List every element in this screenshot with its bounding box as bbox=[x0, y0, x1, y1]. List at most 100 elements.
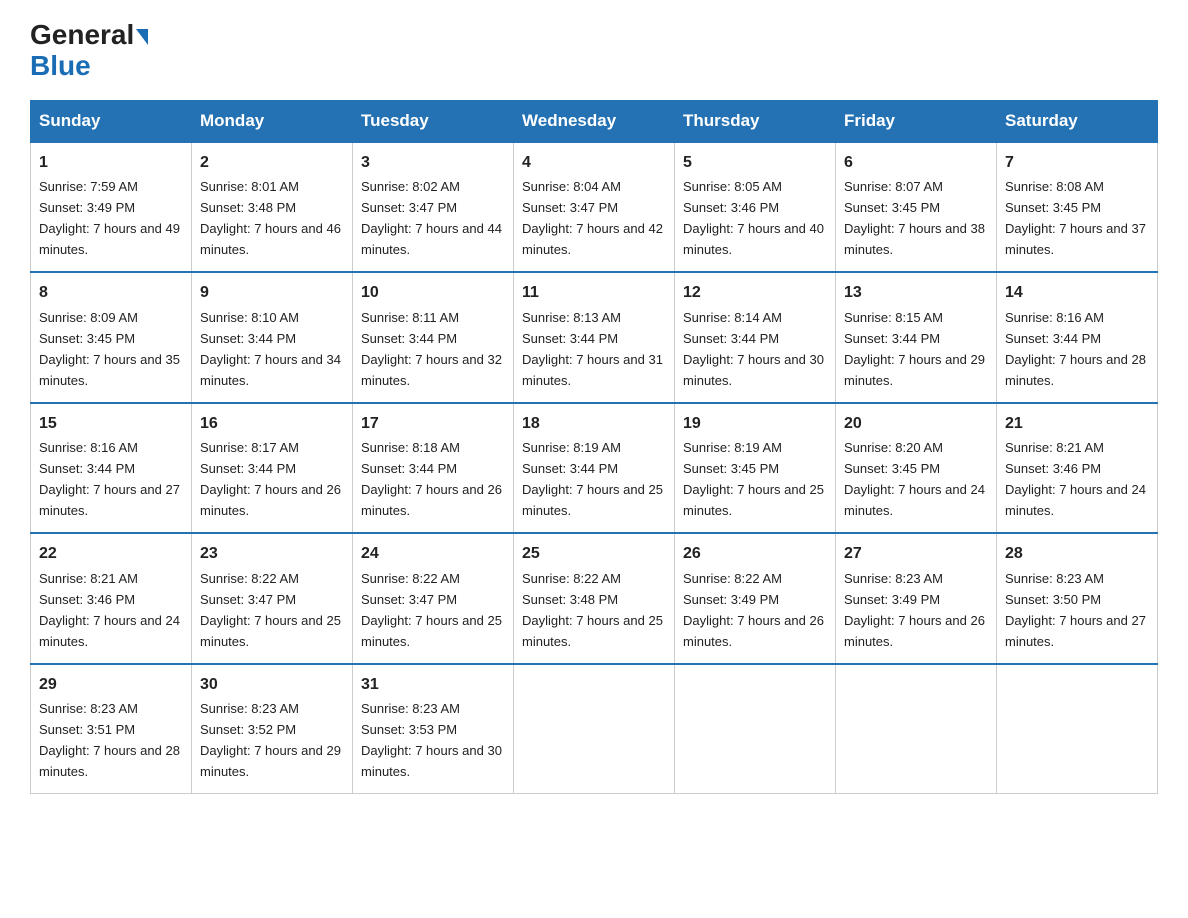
page-header: GeneralBlue bbox=[30, 20, 1158, 82]
day-info: Sunrise: 8:21 AMSunset: 3:46 PMDaylight:… bbox=[39, 571, 180, 649]
day-number: 13 bbox=[844, 281, 988, 306]
day-number: 6 bbox=[844, 151, 988, 176]
day-number: 30 bbox=[200, 673, 344, 698]
calendar-cell: 7 Sunrise: 8:08 AMSunset: 3:45 PMDayligh… bbox=[997, 142, 1158, 272]
weekday-header-row: SundayMondayTuesdayWednesdayThursdayFrid… bbox=[31, 100, 1158, 142]
calendar-cell: 11 Sunrise: 8:13 AMSunset: 3:44 PMDaylig… bbox=[514, 272, 675, 402]
calendar-cell: 27 Sunrise: 8:23 AMSunset: 3:49 PMDaylig… bbox=[836, 533, 997, 663]
day-info: Sunrise: 8:04 AMSunset: 3:47 PMDaylight:… bbox=[522, 179, 663, 257]
day-number: 27 bbox=[844, 542, 988, 567]
calendar-cell: 15 Sunrise: 8:16 AMSunset: 3:44 PMDaylig… bbox=[31, 403, 192, 533]
day-info: Sunrise: 8:14 AMSunset: 3:44 PMDaylight:… bbox=[683, 310, 824, 388]
calendar-cell: 14 Sunrise: 8:16 AMSunset: 3:44 PMDaylig… bbox=[997, 272, 1158, 402]
day-info: Sunrise: 8:17 AMSunset: 3:44 PMDaylight:… bbox=[200, 440, 341, 518]
calendar-cell: 3 Sunrise: 8:02 AMSunset: 3:47 PMDayligh… bbox=[353, 142, 514, 272]
calendar-cell: 12 Sunrise: 8:14 AMSunset: 3:44 PMDaylig… bbox=[675, 272, 836, 402]
day-number: 21 bbox=[1005, 412, 1149, 437]
calendar-cell: 23 Sunrise: 8:22 AMSunset: 3:47 PMDaylig… bbox=[192, 533, 353, 663]
calendar-cell bbox=[675, 664, 836, 794]
day-number: 22 bbox=[39, 542, 183, 567]
day-info: Sunrise: 8:23 AMSunset: 3:53 PMDaylight:… bbox=[361, 701, 502, 779]
day-info: Sunrise: 8:19 AMSunset: 3:44 PMDaylight:… bbox=[522, 440, 663, 518]
day-number: 14 bbox=[1005, 281, 1149, 306]
calendar-week-5: 29 Sunrise: 8:23 AMSunset: 3:51 PMDaylig… bbox=[31, 664, 1158, 794]
day-number: 26 bbox=[683, 542, 827, 567]
weekday-header-sunday: Sunday bbox=[31, 100, 192, 142]
calendar-cell: 28 Sunrise: 8:23 AMSunset: 3:50 PMDaylig… bbox=[997, 533, 1158, 663]
calendar-cell: 24 Sunrise: 8:22 AMSunset: 3:47 PMDaylig… bbox=[353, 533, 514, 663]
day-info: Sunrise: 8:23 AMSunset: 3:52 PMDaylight:… bbox=[200, 701, 341, 779]
calendar-week-3: 15 Sunrise: 8:16 AMSunset: 3:44 PMDaylig… bbox=[31, 403, 1158, 533]
day-number: 16 bbox=[200, 412, 344, 437]
day-info: Sunrise: 8:20 AMSunset: 3:45 PMDaylight:… bbox=[844, 440, 985, 518]
calendar-week-4: 22 Sunrise: 8:21 AMSunset: 3:46 PMDaylig… bbox=[31, 533, 1158, 663]
day-info: Sunrise: 8:01 AMSunset: 3:48 PMDaylight:… bbox=[200, 179, 341, 257]
weekday-header-thursday: Thursday bbox=[675, 100, 836, 142]
day-info: Sunrise: 8:23 AMSunset: 3:51 PMDaylight:… bbox=[39, 701, 180, 779]
day-number: 4 bbox=[522, 151, 666, 176]
day-number: 23 bbox=[200, 542, 344, 567]
weekday-header-tuesday: Tuesday bbox=[353, 100, 514, 142]
calendar-cell bbox=[836, 664, 997, 794]
calendar-cell: 20 Sunrise: 8:20 AMSunset: 3:45 PMDaylig… bbox=[836, 403, 997, 533]
day-info: Sunrise: 8:11 AMSunset: 3:44 PMDaylight:… bbox=[361, 310, 502, 388]
day-info: Sunrise: 8:09 AMSunset: 3:45 PMDaylight:… bbox=[39, 310, 180, 388]
calendar-cell: 4 Sunrise: 8:04 AMSunset: 3:47 PMDayligh… bbox=[514, 142, 675, 272]
day-info: Sunrise: 8:07 AMSunset: 3:45 PMDaylight:… bbox=[844, 179, 985, 257]
weekday-header-wednesday: Wednesday bbox=[514, 100, 675, 142]
calendar-week-2: 8 Sunrise: 8:09 AMSunset: 3:45 PMDayligh… bbox=[31, 272, 1158, 402]
calendar-cell: 17 Sunrise: 8:18 AMSunset: 3:44 PMDaylig… bbox=[353, 403, 514, 533]
calendar-cell: 19 Sunrise: 8:19 AMSunset: 3:45 PMDaylig… bbox=[675, 403, 836, 533]
calendar-cell: 29 Sunrise: 8:23 AMSunset: 3:51 PMDaylig… bbox=[31, 664, 192, 794]
calendar-body: 1 Sunrise: 7:59 AMSunset: 3:49 PMDayligh… bbox=[31, 142, 1158, 794]
day-info: Sunrise: 8:16 AMSunset: 3:44 PMDaylight:… bbox=[39, 440, 180, 518]
day-number: 10 bbox=[361, 281, 505, 306]
day-number: 9 bbox=[200, 281, 344, 306]
calendar-cell: 5 Sunrise: 8:05 AMSunset: 3:46 PMDayligh… bbox=[675, 142, 836, 272]
day-info: Sunrise: 8:15 AMSunset: 3:44 PMDaylight:… bbox=[844, 310, 985, 388]
day-info: Sunrise: 8:22 AMSunset: 3:49 PMDaylight:… bbox=[683, 571, 824, 649]
day-number: 29 bbox=[39, 673, 183, 698]
calendar-cell: 8 Sunrise: 8:09 AMSunset: 3:45 PMDayligh… bbox=[31, 272, 192, 402]
day-number: 2 bbox=[200, 151, 344, 176]
day-number: 20 bbox=[844, 412, 988, 437]
calendar-cell: 2 Sunrise: 8:01 AMSunset: 3:48 PMDayligh… bbox=[192, 142, 353, 272]
day-info: Sunrise: 8:02 AMSunset: 3:47 PMDaylight:… bbox=[361, 179, 502, 257]
calendar-cell: 16 Sunrise: 8:17 AMSunset: 3:44 PMDaylig… bbox=[192, 403, 353, 533]
day-info: Sunrise: 8:05 AMSunset: 3:46 PMDaylight:… bbox=[683, 179, 824, 257]
day-number: 15 bbox=[39, 412, 183, 437]
day-number: 17 bbox=[361, 412, 505, 437]
day-info: Sunrise: 8:19 AMSunset: 3:45 PMDaylight:… bbox=[683, 440, 824, 518]
day-info: Sunrise: 8:10 AMSunset: 3:44 PMDaylight:… bbox=[200, 310, 341, 388]
day-info: Sunrise: 8:22 AMSunset: 3:47 PMDaylight:… bbox=[361, 571, 502, 649]
calendar-cell: 6 Sunrise: 8:07 AMSunset: 3:45 PMDayligh… bbox=[836, 142, 997, 272]
day-info: Sunrise: 8:23 AMSunset: 3:50 PMDaylight:… bbox=[1005, 571, 1146, 649]
day-number: 18 bbox=[522, 412, 666, 437]
day-info: Sunrise: 8:22 AMSunset: 3:48 PMDaylight:… bbox=[522, 571, 663, 649]
calendar-table: SundayMondayTuesdayWednesdayThursdayFrid… bbox=[30, 100, 1158, 794]
calendar-cell: 31 Sunrise: 8:23 AMSunset: 3:53 PMDaylig… bbox=[353, 664, 514, 794]
day-number: 25 bbox=[522, 542, 666, 567]
day-info: Sunrise: 8:08 AMSunset: 3:45 PMDaylight:… bbox=[1005, 179, 1146, 257]
weekday-header-monday: Monday bbox=[192, 100, 353, 142]
day-number: 3 bbox=[361, 151, 505, 176]
calendar-cell: 21 Sunrise: 8:21 AMSunset: 3:46 PMDaylig… bbox=[997, 403, 1158, 533]
day-number: 8 bbox=[39, 281, 183, 306]
day-number: 7 bbox=[1005, 151, 1149, 176]
calendar-cell bbox=[997, 664, 1158, 794]
calendar-cell: 13 Sunrise: 8:15 AMSunset: 3:44 PMDaylig… bbox=[836, 272, 997, 402]
calendar-cell: 25 Sunrise: 8:22 AMSunset: 3:48 PMDaylig… bbox=[514, 533, 675, 663]
day-info: Sunrise: 8:22 AMSunset: 3:47 PMDaylight:… bbox=[200, 571, 341, 649]
calendar-cell: 22 Sunrise: 8:21 AMSunset: 3:46 PMDaylig… bbox=[31, 533, 192, 663]
day-info: Sunrise: 8:18 AMSunset: 3:44 PMDaylight:… bbox=[361, 440, 502, 518]
calendar-cell: 26 Sunrise: 8:22 AMSunset: 3:49 PMDaylig… bbox=[675, 533, 836, 663]
calendar-week-1: 1 Sunrise: 7:59 AMSunset: 3:49 PMDayligh… bbox=[31, 142, 1158, 272]
day-info: Sunrise: 7:59 AMSunset: 3:49 PMDaylight:… bbox=[39, 179, 180, 257]
logo-text: GeneralBlue bbox=[30, 20, 148, 82]
calendar-cell: 18 Sunrise: 8:19 AMSunset: 3:44 PMDaylig… bbox=[514, 403, 675, 533]
calendar-cell: 30 Sunrise: 8:23 AMSunset: 3:52 PMDaylig… bbox=[192, 664, 353, 794]
logo-blue-text: Blue bbox=[30, 50, 91, 81]
day-number: 31 bbox=[361, 673, 505, 698]
logo-arrow-icon bbox=[136, 29, 148, 45]
day-number: 11 bbox=[522, 281, 666, 306]
